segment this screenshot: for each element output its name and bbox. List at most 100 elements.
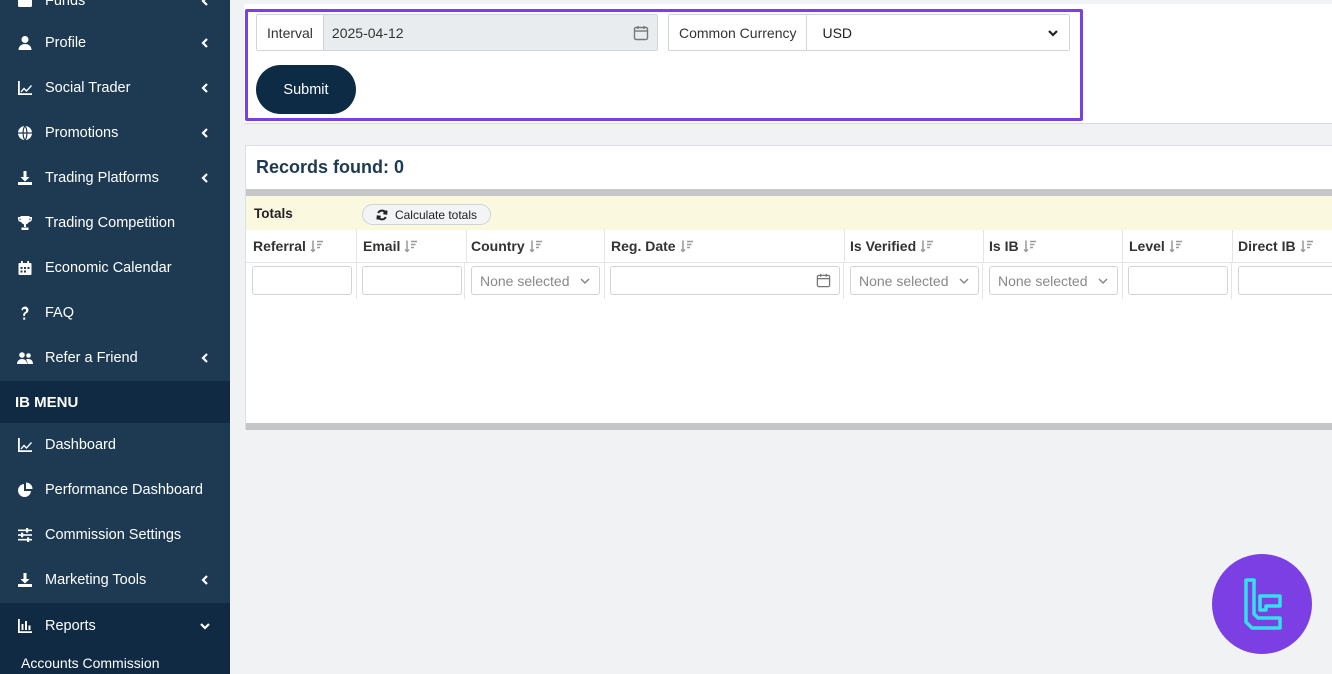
horizontal-scrollbar-bottom[interactable] [246, 423, 1332, 430]
column-header-reg-date[interactable]: Reg. Date [605, 230, 845, 262]
currency-value: USD [822, 24, 853, 41]
common-currency-label: Common Currency [669, 15, 808, 50]
sidebar-item-label: Dashboard [45, 436, 116, 453]
column-header-country[interactable]: Country [465, 230, 605, 262]
sidebar-item-label: Reports [45, 617, 96, 634]
sidebar-subitem-accounts-commission[interactable]: Accounts Commission [0, 648, 230, 674]
sidebar: Funds Profile Social Trader Promotions T… [0, 0, 230, 674]
is-ib-filter-select[interactable]: None selected [989, 266, 1118, 295]
sidebar-item-label: Refer a Friend [45, 349, 138, 366]
download-icon [16, 169, 34, 187]
chevron-left-icon [200, 37, 210, 48]
pie-chart-icon [16, 481, 34, 499]
horizontal-scrollbar-top[interactable] [246, 189, 1332, 196]
user-icon [16, 34, 34, 52]
sidebar-item-performance-dashboard[interactable]: Performance Dashboard [0, 467, 230, 512]
common-currency-field: Common Currency USD [668, 14, 1070, 51]
bar-chart-icon [16, 617, 34, 635]
reg-date-filter-input[interactable] [610, 266, 840, 295]
sort-icon [680, 240, 693, 253]
sidebar-item-trading-platforms[interactable]: Trading Platforms [0, 155, 230, 200]
country-filter-select[interactable]: None selected [471, 266, 600, 295]
column-header-email[interactable]: Email [357, 230, 467, 262]
sort-icon [404, 240, 418, 253]
records-found-title: Records found: 0 [256, 157, 405, 177]
sliders-icon [16, 526, 34, 544]
calculate-totals-button[interactable]: Calculate totals [362, 204, 491, 225]
column-header-label: Reg. Date [611, 238, 676, 254]
level-filter-input[interactable] [1128, 266, 1228, 295]
interval-value: 2025-04-12 [331, 24, 404, 41]
column-header-level[interactable]: Level [1123, 230, 1233, 262]
chevron-down-icon [1048, 29, 1058, 37]
chevron-left-icon [200, 172, 210, 183]
column-header-label: Is IB [989, 238, 1019, 254]
sort-icon [1023, 240, 1036, 253]
sidebar-item-marketing-tools[interactable]: Marketing Tools [0, 557, 230, 602]
currency-select[interactable]: USD [807, 15, 1069, 50]
sidebar-item-label: Trading Competition [45, 214, 176, 231]
sort-icon [920, 240, 934, 253]
column-header-direct-ib[interactable]: Direct IB [1232, 230, 1332, 262]
chevron-down-icon [200, 621, 210, 631]
country-filter-placeholder: None selected [480, 272, 570, 289]
column-header-label: Email [363, 238, 401, 254]
totals-label: Totals [254, 206, 293, 221]
email-filter-input[interactable] [362, 266, 462, 295]
users-icon [16, 349, 34, 367]
interval-label: Interval [257, 15, 324, 50]
sidebar-item-label: Promotions [45, 124, 119, 141]
trophy-icon [16, 214, 34, 232]
calendar-icon [16, 259, 34, 277]
sidebar-item-trading-competition[interactable]: Trading Competition [0, 200, 230, 245]
sort-icon [529, 240, 542, 253]
sidebar-item-profile[interactable]: Profile [0, 20, 230, 65]
interval-field: Interval 2025-04-12 [256, 14, 658, 51]
sidebar-item-reports[interactable]: Reports [0, 603, 230, 648]
calculate-totals-label: Calculate totals [394, 207, 478, 222]
sidebar-item-economic-calendar[interactable]: Economic Calendar [0, 245, 230, 290]
chevron-down-icon [1098, 277, 1108, 284]
direct-ib-filter-input[interactable] [1238, 266, 1332, 295]
column-header-referral[interactable]: Referral [247, 230, 357, 262]
column-header-label: Is Verified [850, 238, 917, 254]
chevron-left-icon [200, 0, 210, 6]
is-ib-filter-placeholder: None selected [998, 272, 1088, 289]
chevron-left-icon [200, 127, 210, 138]
sidebar-item-promotions[interactable]: Promotions [0, 110, 230, 155]
logo-icon [1244, 578, 1282, 630]
sidebar-item-refer-a-friend[interactable]: Refer a Friend [0, 335, 230, 380]
chevron-left-icon [200, 574, 210, 585]
sidebar-item-social-trader[interactable]: Social Trader [0, 65, 230, 110]
is-verified-filter-select[interactable]: None selected [850, 266, 979, 295]
sidebar-item-label: FAQ [45, 304, 75, 321]
sidebar-item-label: Economic Calendar [45, 259, 172, 276]
sidebar-item-label: Commission Settings [45, 526, 182, 543]
sidebar-item-commission-settings[interactable]: Commission Settings [0, 512, 230, 557]
chevron-left-icon [200, 352, 210, 363]
chevron-down-icon [580, 277, 590, 284]
question-icon [16, 304, 34, 322]
chevron-down-icon [959, 277, 969, 284]
column-header-label: Country [471, 238, 525, 254]
sort-icon [1169, 240, 1182, 253]
sidebar-item-label: Trading Platforms [45, 169, 159, 186]
column-header-is-verified[interactable]: Is Verified [844, 230, 984, 262]
sidebar-item-label: Performance Dashboard [45, 481, 203, 498]
sidebar-item-dashboard[interactable]: Dashboard [0, 422, 230, 467]
sidebar-item-label: Funds [45, 0, 86, 9]
sort-icon [1300, 240, 1313, 253]
chart-line-icon [16, 436, 34, 454]
sidebar-item-faq[interactable]: FAQ [0, 290, 230, 335]
interval-input[interactable]: 2025-04-12 [323, 15, 657, 50]
referral-filter-input[interactable] [252, 266, 352, 295]
calendar-icon [816, 273, 831, 288]
chart-line-icon [16, 79, 34, 97]
globe-icon [16, 124, 34, 142]
brand-logo [1212, 554, 1312, 654]
chevron-left-icon [200, 82, 210, 93]
column-header-is-ib[interactable]: Is IB [983, 230, 1123, 262]
download-icon [16, 571, 34, 589]
is-verified-filter-placeholder: None selected [859, 272, 949, 289]
submit-button[interactable]: Submit [256, 65, 356, 114]
